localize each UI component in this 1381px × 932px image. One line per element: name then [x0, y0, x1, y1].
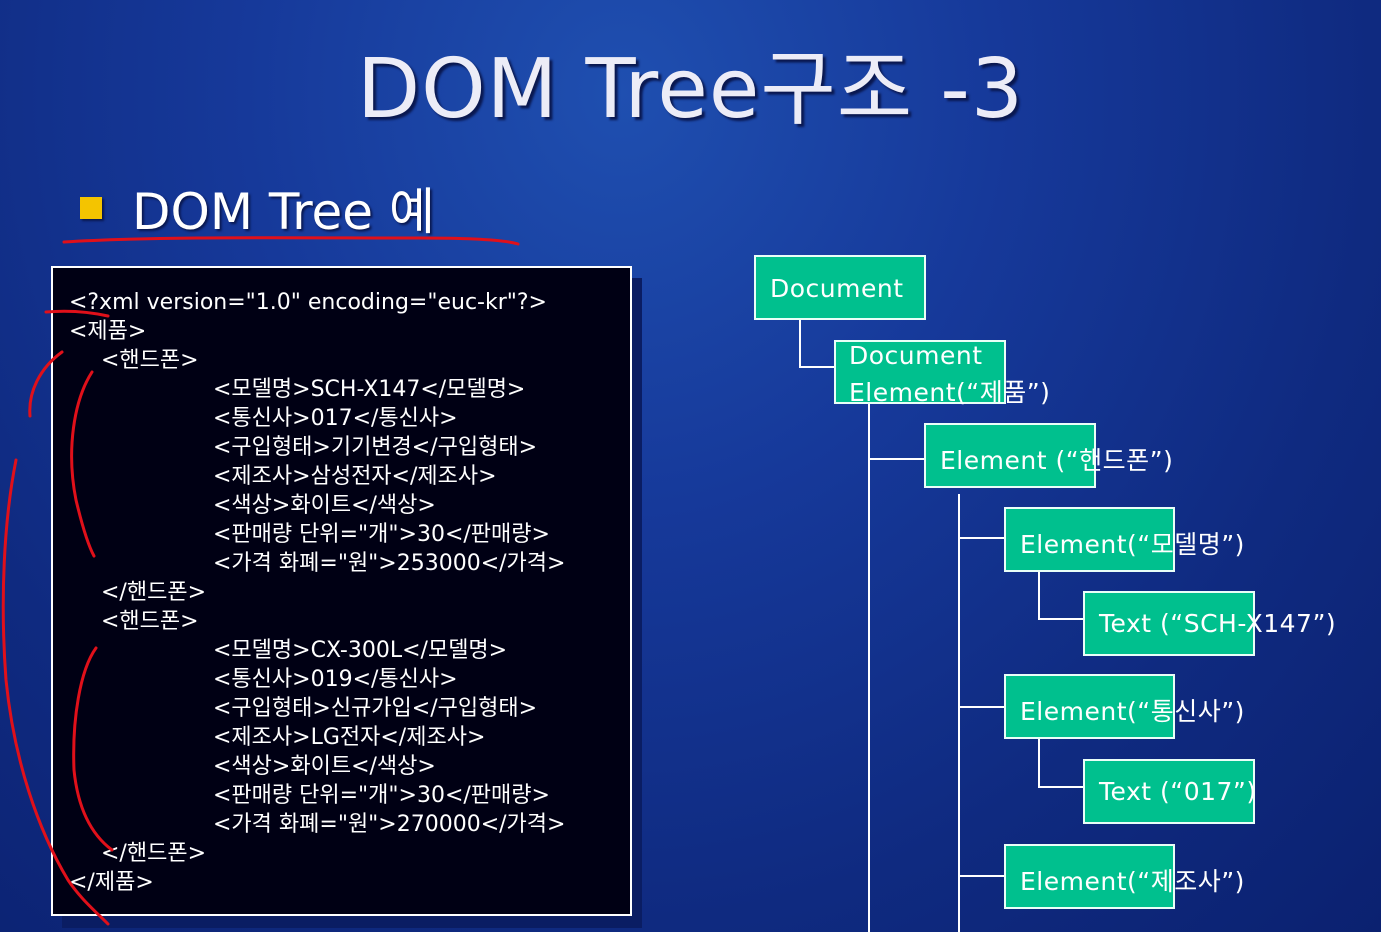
connector-carrier-text: [1038, 738, 1084, 788]
node-text-model-label: Text (“SCH-X147”): [1099, 609, 1337, 638]
node-document-label: Document: [770, 274, 904, 303]
node-element-handphone-label: Element (“핸드폰”): [940, 446, 1174, 475]
node-element-carrier-label: Element(“통신사”): [1020, 697, 1245, 726]
node-element-maker-label: Element(“제조사”): [1020, 867, 1245, 896]
node-document-element-line1: Document: [849, 341, 983, 370]
node-element-model-label: Element(“모델명”): [1020, 530, 1245, 559]
connector-document: [799, 314, 835, 368]
connector-model-text: [1038, 571, 1084, 620]
node-document-element-line2: Element(“제품”): [849, 378, 1051, 407]
node-text-carrier-label: Text (“017”): [1099, 777, 1257, 806]
